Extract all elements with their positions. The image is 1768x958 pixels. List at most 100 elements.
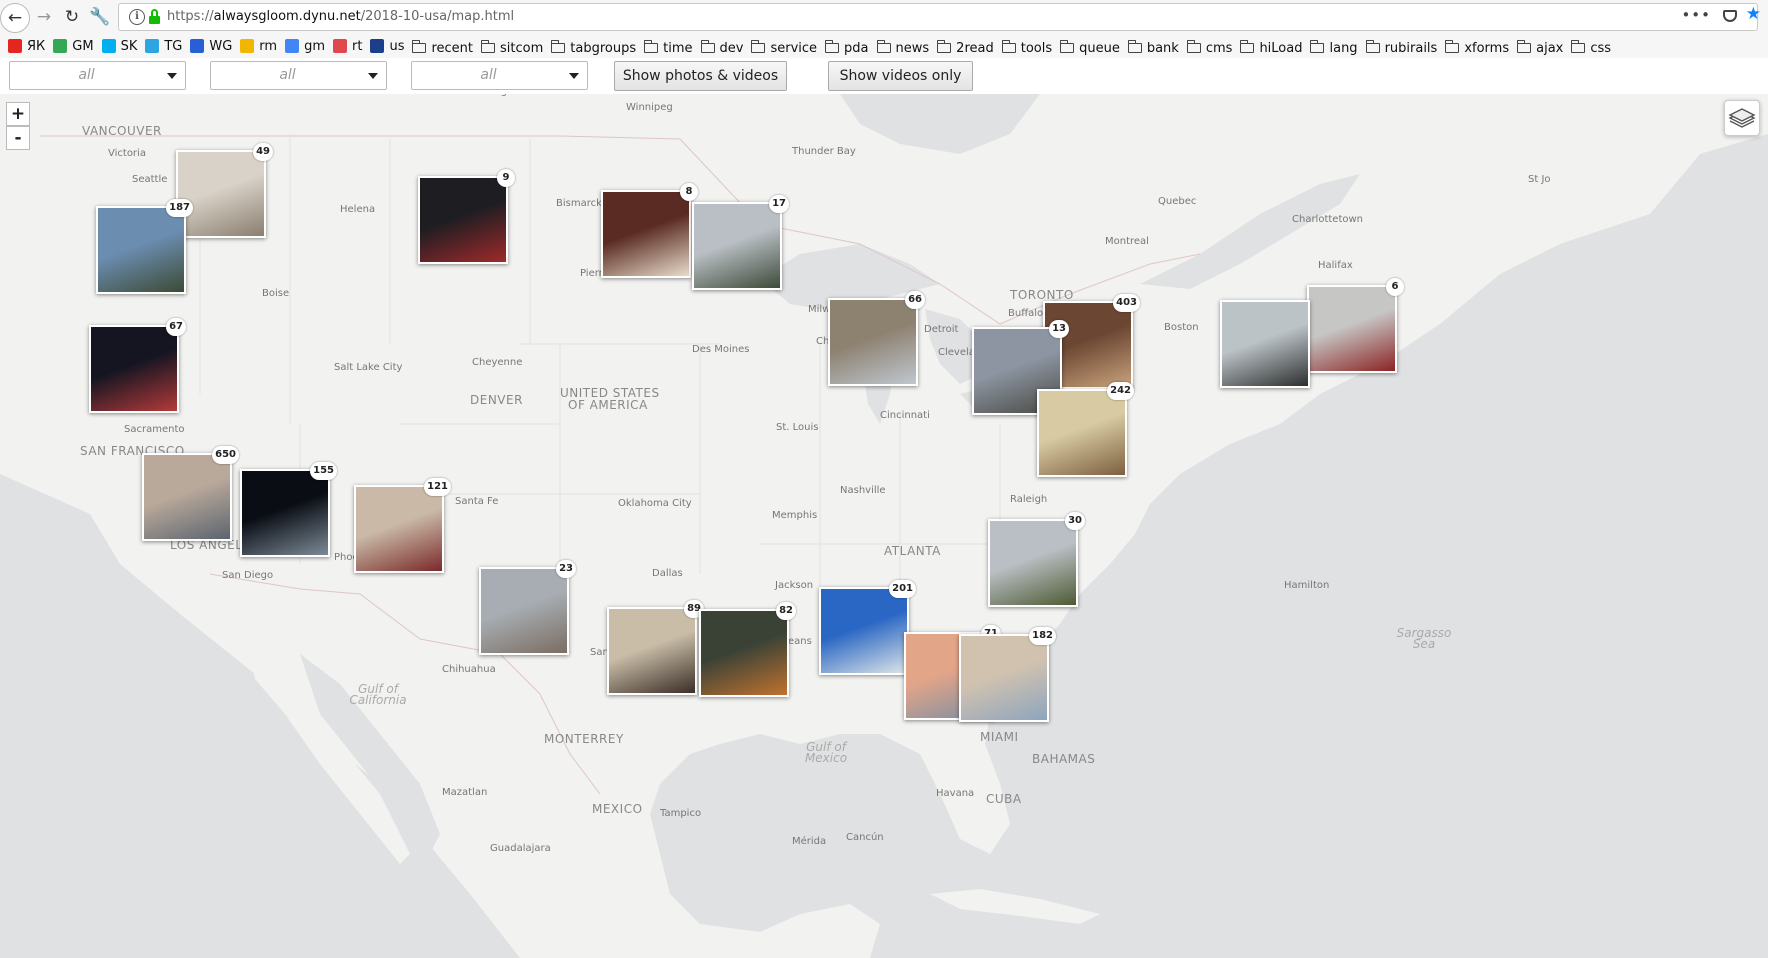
- cluster-count-badge: 49: [253, 143, 273, 161]
- bookmark-tabgroups[interactable]: tabgroups: [551, 36, 636, 60]
- cluster-count-badge: 242: [1107, 382, 1134, 400]
- show-videos-only-button[interactable]: Show videos only: [828, 61, 973, 91]
- bookmark-label: ЯК: [27, 38, 46, 54]
- filter-select-2[interactable]: all: [210, 61, 387, 90]
- cluster-count-badge: 67: [166, 318, 186, 336]
- yandex-icon: [8, 39, 22, 53]
- photo-cluster-thumbnail[interactable]: 187: [96, 199, 193, 294]
- bookmark-pda[interactable]: pda: [825, 36, 869, 60]
- skype-icon: [101, 39, 116, 53]
- bookmark-ajax[interactable]: ajax: [1517, 36, 1563, 60]
- map-label: eans: [788, 636, 812, 647]
- map-label: Charlottetown: [1292, 214, 1364, 225]
- map-label: BAHAMAS: [1032, 752, 1096, 766]
- cluster-count-badge: 650: [212, 446, 239, 464]
- zoom-in-button[interactable]: +: [6, 102, 30, 126]
- photo-cluster-thumbnail[interactable]: [1220, 300, 1310, 388]
- bookmark-css[interactable]: css: [1571, 36, 1611, 60]
- bookmark-recent[interactable]: recent: [412, 36, 473, 60]
- photo-cluster-thumbnail[interactable]: 17: [692, 195, 789, 290]
- address-bar[interactable]: i https://alwaysgloom.dynu.net/2018-10-u…: [118, 3, 1761, 31]
- bookmark-rm[interactable]: rm: [240, 34, 277, 58]
- bookmark-time[interactable]: time: [644, 36, 693, 60]
- bookmark-gm[interactable]: gm: [285, 34, 325, 58]
- filter-select-3[interactable]: all: [411, 61, 588, 90]
- bookmark-service[interactable]: service: [751, 36, 817, 60]
- browser-toolbar: ← → ↻ 🔧 i https://alwaysgloom.dynu.net/2…: [0, 0, 1768, 34]
- photo-cluster-thumbnail[interactable]: 49: [176, 143, 273, 238]
- layers-icon[interactable]: [1724, 100, 1760, 136]
- photo-cluster-thumbnail[interactable]: 30: [988, 512, 1085, 607]
- filter-select-1[interactable]: all: [9, 61, 186, 90]
- bookmark-queue[interactable]: queue: [1060, 36, 1120, 60]
- bookmark-tools[interactable]: tools: [1001, 36, 1052, 60]
- photo-cluster-thumbnail[interactable]: 121: [354, 478, 451, 573]
- pocket-icon[interactable]: [1723, 10, 1737, 22]
- url-text[interactable]: https://alwaysgloom.dynu.net/2018-10-usa…: [167, 9, 514, 24]
- map-label: Bismarck: [556, 198, 602, 209]
- map-label: Helena: [340, 204, 376, 215]
- wrench-icon[interactable]: 🔧: [86, 3, 114, 31]
- photo-cluster-thumbnail[interactable]: 650: [142, 446, 239, 541]
- bookmark-star-icon[interactable]: ★: [1746, 4, 1761, 24]
- show-photos-videos-button[interactable]: Show photos & videos: [614, 61, 787, 91]
- photo-cluster-thumbnail[interactable]: 67: [89, 318, 186, 413]
- photo-cluster-thumbnail[interactable]: 155: [240, 462, 337, 557]
- map-label: San: [590, 647, 609, 658]
- photo-cluster-thumbnail[interactable]: 89: [607, 600, 704, 695]
- reload-icon[interactable]: ↻: [58, 3, 86, 31]
- photo-cluster-thumbnail[interactable]: 82: [699, 602, 796, 697]
- photo-cluster-thumbnail[interactable]: 8: [601, 183, 698, 278]
- bookmark-us[interactable]: us: [370, 34, 404, 58]
- bookmark-label: recent: [431, 40, 474, 56]
- bookmark-lang[interactable]: lang: [1310, 36, 1358, 60]
- sea-label: Gulf of Mexico: [804, 740, 848, 765]
- photo-cluster-thumbnail[interactable]: 242: [1037, 382, 1134, 477]
- forward-arrow-icon[interactable]: →: [30, 3, 58, 31]
- map-label: Hamilton: [1284, 580, 1330, 591]
- bookmark-rt[interactable]: rt: [333, 34, 362, 58]
- dropdown-arrow-icon: [368, 73, 378, 79]
- bookmark-dev[interactable]: dev: [700, 36, 743, 60]
- bookmark-2read[interactable]: 2read: [937, 36, 994, 60]
- folder-icon: [481, 40, 496, 53]
- bookmark-sk[interactable]: SK: [101, 34, 137, 58]
- url-path: /2018-10-usa/map.html: [360, 9, 515, 24]
- pinwheel-icon: [333, 39, 347, 53]
- bookmark-wg[interactable]: WG: [190, 34, 232, 58]
- photo-cluster-thumbnail[interactable]: 182: [959, 627, 1056, 722]
- bookmark-rubirails[interactable]: rubirails: [1365, 36, 1437, 60]
- bookmark-hiload[interactable]: hiLoad: [1240, 36, 1302, 60]
- bookmark-sitcom[interactable]: sitcom: [481, 36, 543, 60]
- map-label: CUBA: [986, 792, 1022, 806]
- page-actions-menu-icon[interactable]: •••: [1681, 6, 1711, 24]
- bookmark-gm[interactable]: GM: [53, 34, 94, 58]
- cluster-count-badge: 187: [166, 199, 193, 217]
- photo-cluster-thumbnail[interactable]: 9: [418, 169, 515, 264]
- bookmark-news[interactable]: news: [876, 36, 929, 60]
- dropdown-arrow-icon: [569, 73, 579, 79]
- photo-cluster-thumbnail[interactable]: 201: [819, 580, 916, 675]
- info-icon[interactable]: i: [129, 9, 145, 25]
- bookmark-bank[interactable]: bank: [1127, 36, 1179, 60]
- bookmark-xforms[interactable]: xforms: [1445, 36, 1509, 60]
- map-label: Tampico: [660, 808, 702, 819]
- zoom-out-button[interactable]: -: [6, 126, 30, 150]
- bookmark-tg[interactable]: TG: [145, 34, 182, 58]
- sea-label: Gulf of California: [349, 682, 407, 707]
- photo-cluster-thumbnail[interactable]: 66: [828, 291, 925, 386]
- map-label: Seattle: [132, 174, 168, 185]
- url-prefix: https://: [167, 9, 214, 24]
- map-label: St Jo: [1528, 174, 1551, 185]
- photo-cluster-thumbnail[interactable]: 6: [1307, 278, 1404, 373]
- map-label: MEXICO: [592, 802, 643, 816]
- map[interactable]: VANCOUVER Victoria Seattle Regina Winnipeg Th…: [0, 94, 1768, 958]
- map-label: Cancún: [846, 832, 884, 843]
- back-arrow-icon[interactable]: ←: [0, 3, 30, 33]
- gmail-icon: [53, 39, 68, 53]
- bookmark-label: sitcom: [500, 40, 544, 56]
- bookmark-label: gm: [304, 38, 325, 54]
- photo-cluster-thumbnail[interactable]: 23: [479, 560, 576, 655]
- bookmark-як[interactable]: ЯК: [8, 34, 45, 58]
- bookmark-cms[interactable]: cms: [1186, 36, 1232, 60]
